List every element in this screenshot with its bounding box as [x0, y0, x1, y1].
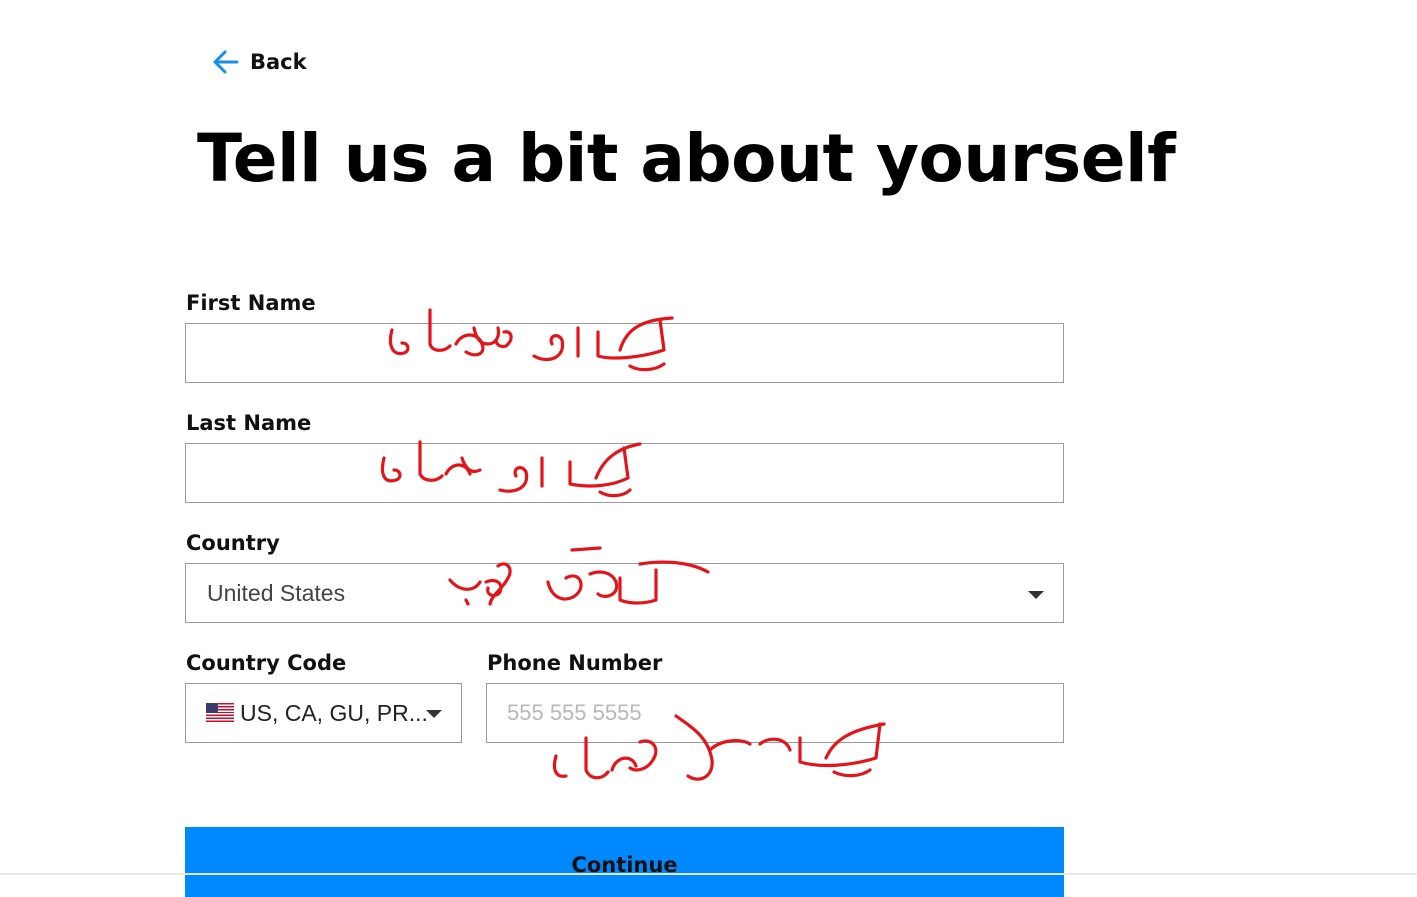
last-name-input[interactable]	[186, 444, 1063, 502]
country-label: Country	[186, 531, 280, 555]
first-name-field-wrapper	[185, 323, 1064, 383]
caret-down-icon	[426, 710, 442, 718]
country-code-select[interactable]: US, CA, GU, PR...	[185, 683, 462, 743]
country-code-selected-value: US, CA, GU, PR...	[240, 700, 428, 726]
page-title: Tell us a bit about yourself	[197, 120, 1176, 197]
country-selected-value: United States	[207, 580, 346, 606]
arrow-left-icon	[212, 48, 240, 76]
last-name-label: Last Name	[186, 411, 312, 435]
continue-button[interactable]: Continue	[185, 827, 1064, 897]
us-flag-icon	[206, 703, 234, 722]
phone-number-input[interactable]	[487, 684, 1063, 742]
caret-down-icon	[1028, 591, 1044, 599]
last-name-field-wrapper	[185, 443, 1064, 503]
country-code-label: Country Code	[186, 651, 347, 675]
phone-field-wrapper	[486, 683, 1064, 743]
back-link[interactable]: Back	[212, 48, 307, 76]
phone-number-label: Phone Number	[487, 651, 663, 675]
first-name-input[interactable]	[186, 324, 1063, 382]
first-name-label: First Name	[186, 291, 316, 315]
back-label: Back	[250, 50, 307, 74]
country-select[interactable]: United States	[185, 563, 1064, 623]
